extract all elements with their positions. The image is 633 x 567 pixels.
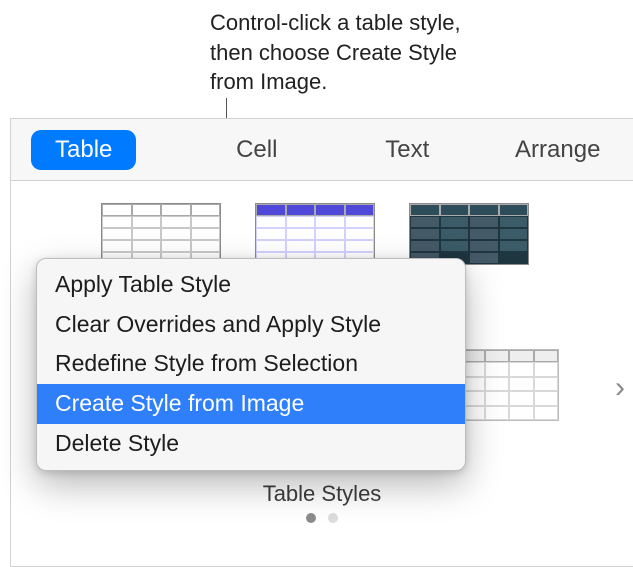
tab-cell[interactable]: Cell	[182, 136, 333, 164]
menu-apply-table-style[interactable]: Apply Table Style	[37, 265, 465, 305]
table-style-context-menu: Apply Table Style Clear Overrides and Ap…	[36, 258, 466, 471]
menu-redefine-style[interactable]: Redefine Style from Selection	[37, 344, 465, 384]
section-title: Table Styles	[11, 481, 633, 507]
help-callout: Control-click a table style, then choose…	[210, 8, 461, 97]
help-callout-line: Control-click a table style,	[210, 8, 461, 38]
tab-label: Arrange	[515, 136, 600, 164]
style-thumb-row	[101, 203, 529, 265]
table-style-thumb[interactable]	[255, 203, 375, 265]
page-dots	[11, 513, 633, 523]
style-thumb-row	[459, 349, 559, 421]
page-dot[interactable]	[328, 513, 338, 523]
table-style-thumb[interactable]	[459, 349, 559, 421]
menu-create-style-from-image[interactable]: Create Style from Image	[37, 384, 465, 424]
inspector-tabbar: Table Cell Text Arrange	[11, 119, 633, 181]
tab-label: Cell	[236, 136, 277, 164]
table-style-thumb[interactable]	[101, 203, 221, 265]
menu-delete-style[interactable]: Delete Style	[37, 424, 465, 464]
tab-text[interactable]: Text	[332, 136, 483, 164]
menu-clear-overrides[interactable]: Clear Overrides and Apply Style	[37, 305, 465, 345]
help-callout-line: then choose Create Style	[210, 38, 461, 68]
help-callout-line: from Image.	[210, 67, 461, 97]
tab-table[interactable]: Table	[11, 130, 182, 170]
table-style-thumb[interactable]	[409, 203, 529, 265]
tab-label: Table	[31, 130, 136, 170]
tab-arrange[interactable]: Arrange	[483, 136, 633, 164]
page-dot[interactable]	[306, 513, 316, 523]
next-page-icon[interactable]: ›	[615, 371, 625, 405]
tab-label: Text	[385, 136, 429, 164]
